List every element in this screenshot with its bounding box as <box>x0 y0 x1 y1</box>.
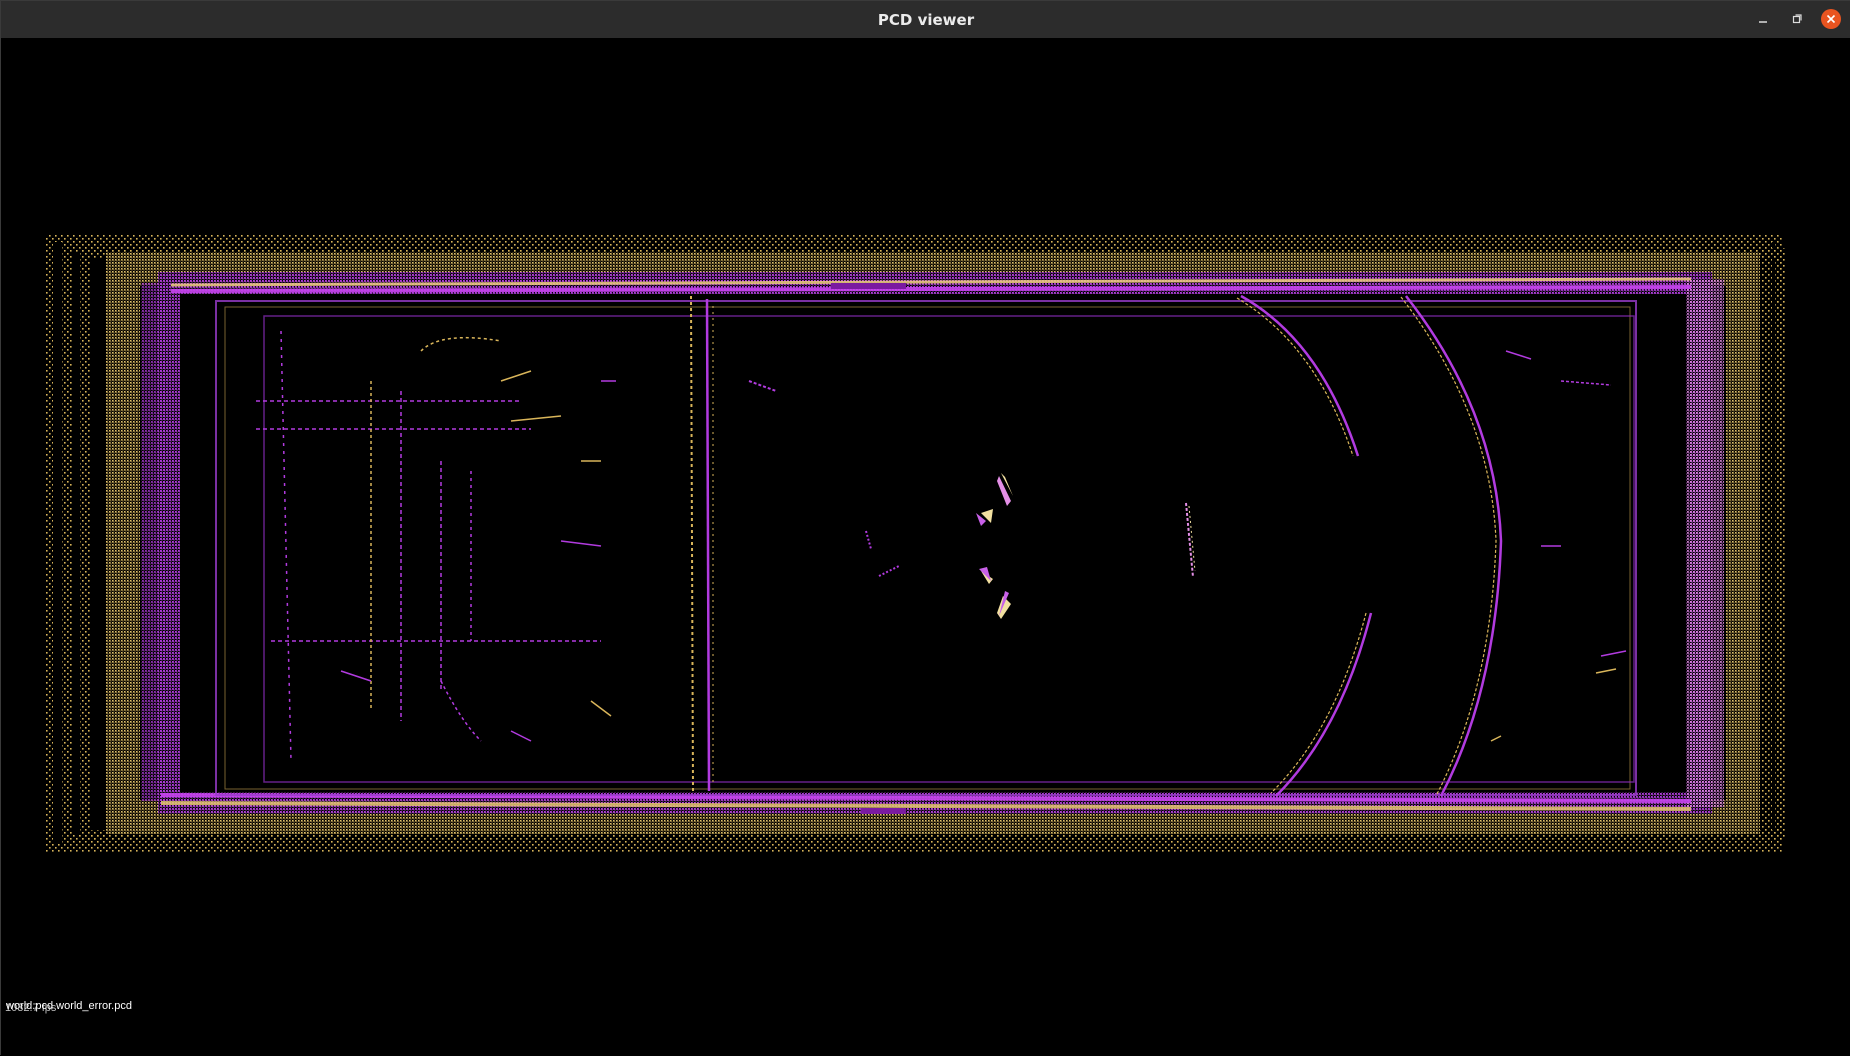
maximize-icon <box>1792 14 1802 24</box>
point-cloud-viewport[interactable] <box>1 38 1850 1056</box>
app-window: PCD viewer 1032.7 fps world.pcd world_er… <box>0 0 1850 1056</box>
cloud-filenames-label: world.pcd world_error.pcd <box>6 1000 132 1012</box>
partition-line <box>690 295 714 792</box>
minimize-button[interactable] <box>1753 9 1773 29</box>
left-structures <box>256 330 616 762</box>
wall-edges <box>160 277 1692 814</box>
outer-sparse-points <box>45 234 1785 852</box>
window-title: PCD viewer <box>877 11 975 29</box>
minimize-icon <box>1759 21 1767 23</box>
maximize-button[interactable] <box>1787 9 1807 29</box>
close-icon <box>1826 14 1836 24</box>
close-button[interactable] <box>1821 9 1841 29</box>
center-objects <box>748 380 1196 619</box>
point-cloud-canvas[interactable] <box>1 38 1850 1056</box>
arc-structures <box>1236 294 1503 797</box>
title-bar[interactable]: PCD viewer <box>1 1 1850 39</box>
right-structures <box>1490 350 1627 742</box>
purple-wall-band <box>141 272 1724 814</box>
inner-room-outline <box>215 300 1637 796</box>
